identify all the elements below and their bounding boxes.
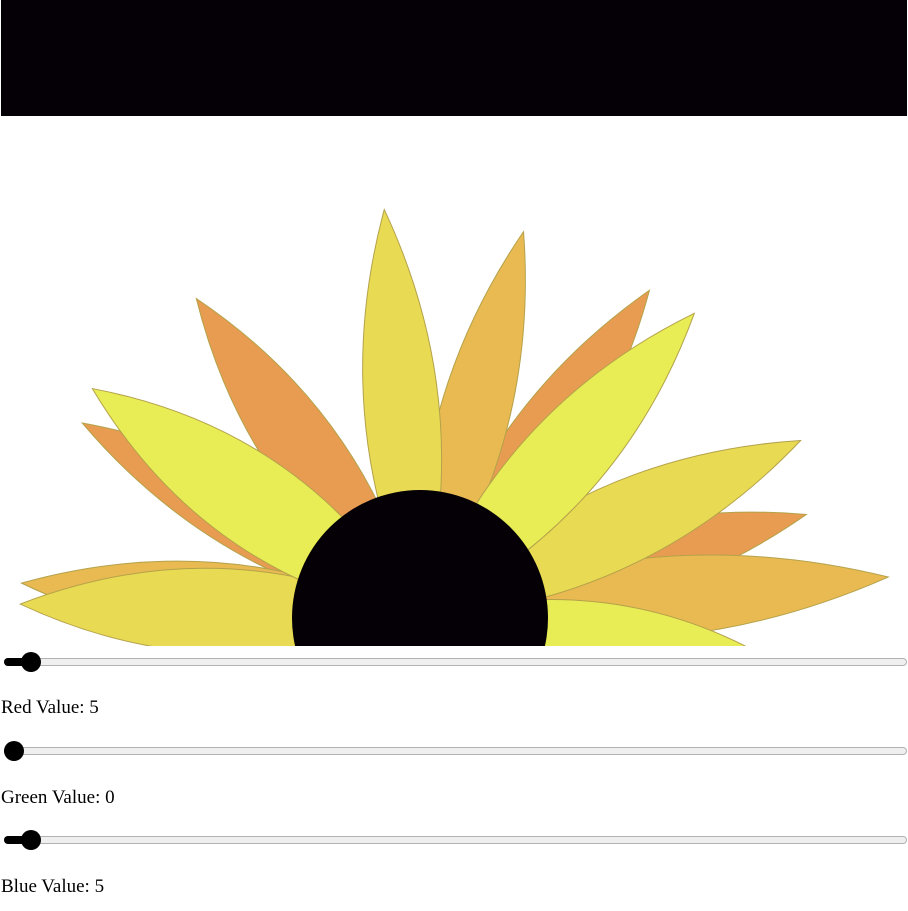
blue-value-label: Blue Value: 5 [1,876,105,897]
sunflower-canvas [0,116,908,646]
red-value-label: Red Value: 5 [1,697,99,718]
sunflower-drawing [18,208,890,646]
blue-slider-track[interactable] [4,836,907,844]
blue-slider[interactable] [0,829,908,851]
green-slider-track[interactable] [4,747,907,755]
green-value-label: Green Value: 0 [1,787,115,808]
green-slider-thumb[interactable] [4,741,24,761]
red-slider-track[interactable] [4,658,907,666]
green-slider[interactable] [0,740,908,762]
red-slider-thumb[interactable] [21,652,42,672]
red-slider[interactable] [0,651,908,673]
color-preview-bar [1,0,907,116]
blue-slider-thumb[interactable] [21,830,42,850]
